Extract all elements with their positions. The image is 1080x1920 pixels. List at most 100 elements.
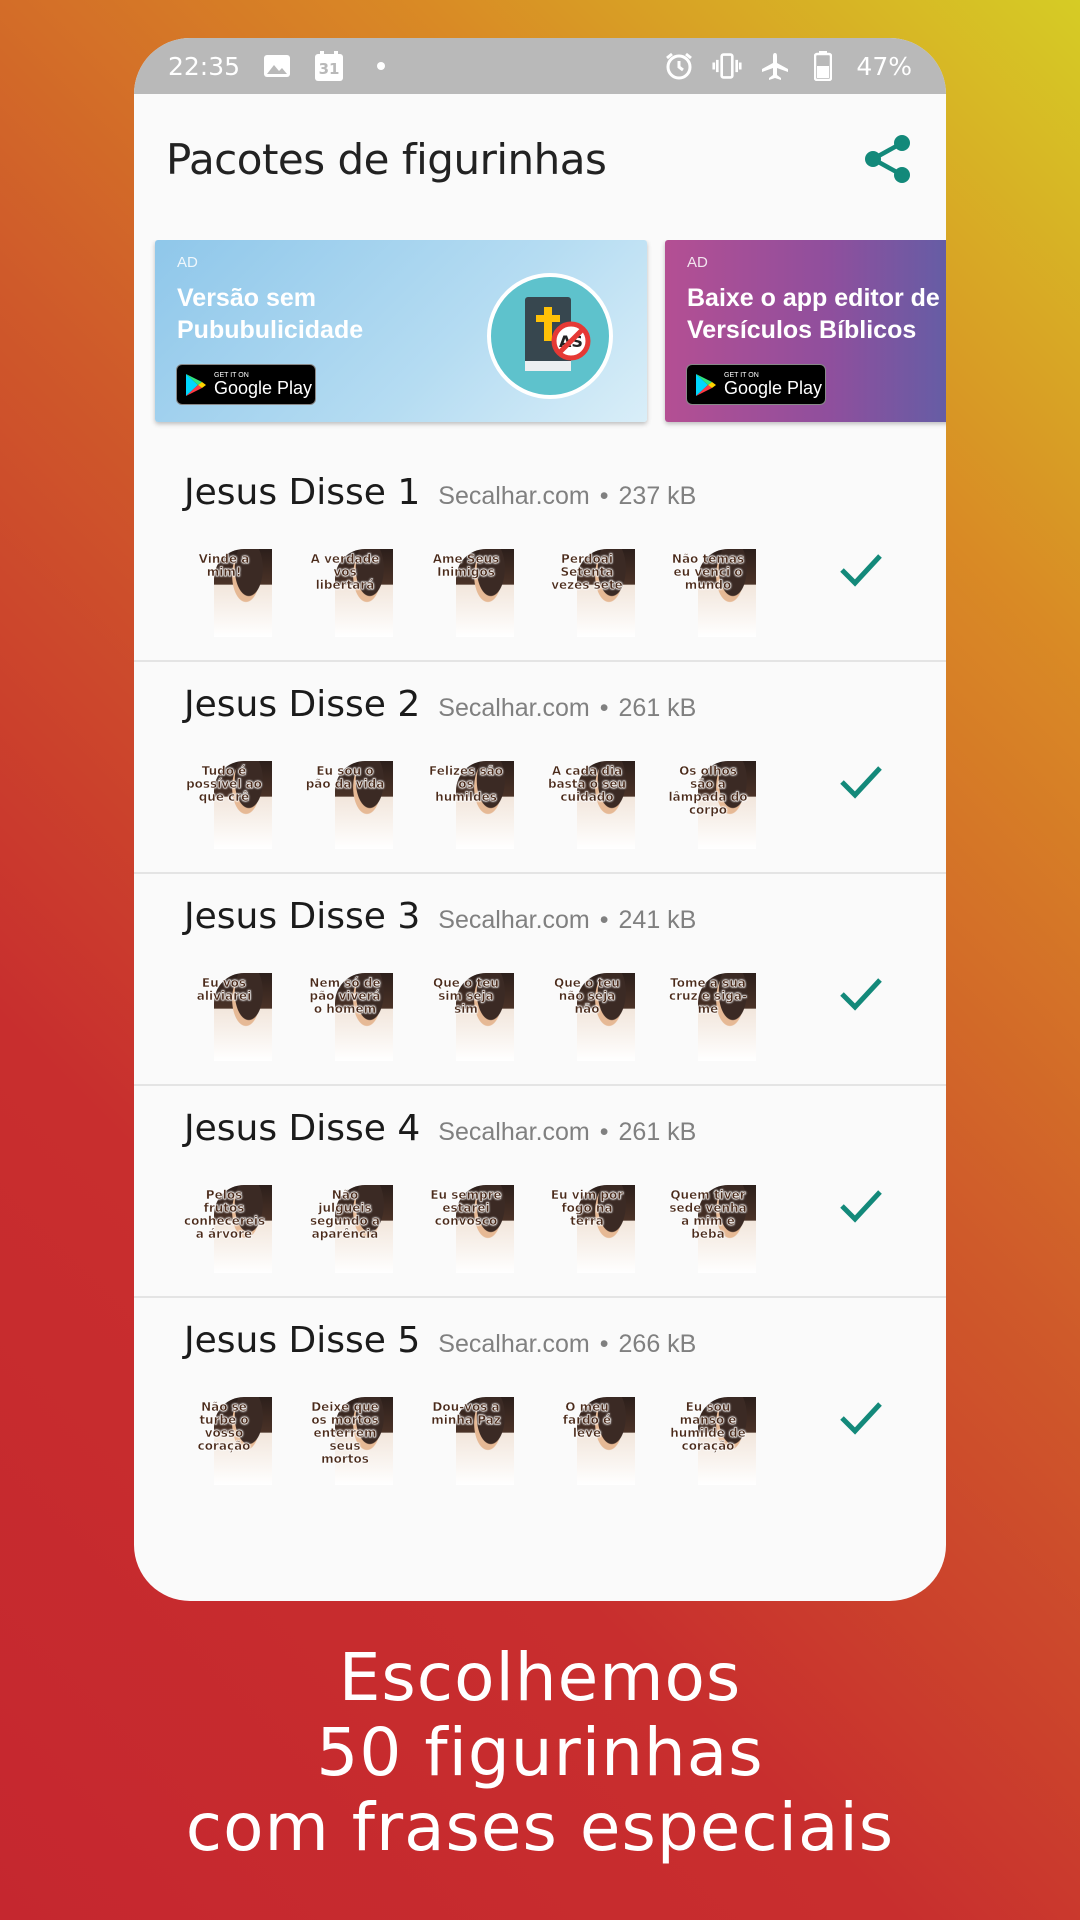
pack-name: Jesus Disse 2 bbox=[184, 684, 421, 725]
pack-meta: Secalhar.com • 261 kB bbox=[438, 1118, 697, 1146]
sticker-thumbnail: Felizes são os humildes bbox=[426, 761, 514, 849]
pack-meta: Secalhar.com • 261 kB bbox=[438, 694, 697, 722]
sticker-phrase: A verdade vos libertará bbox=[310, 552, 380, 592]
sticker-phrase: Não temas eu venci o mundo bbox=[671, 552, 745, 592]
sticker-pack-row[interactable]: Jesus Disse 4 Secalhar.com • 261 kB Pelos … bbox=[134, 1086, 946, 1298]
added-check-icon[interactable] bbox=[838, 1394, 884, 1440]
battery-level: 47% bbox=[856, 51, 912, 81]
share-button[interactable] bbox=[862, 133, 914, 185]
sticker-pack-row[interactable]: Jesus Disse 1 Secalhar.com • 237 kB Vinde … bbox=[134, 450, 946, 662]
sticker-thumbnail: Os olhos são a lâmpada do corpo bbox=[668, 761, 756, 849]
image-icon bbox=[262, 51, 292, 81]
google-play-badge[interactable]: GET IT ON Google Play bbox=[686, 364, 826, 405]
sticker-phrase: Dou-vos a minha Paz bbox=[431, 1400, 501, 1427]
caption-line: 50 figurinhas bbox=[316, 1714, 764, 1791]
sticker-phrase: Deixe que os mortos enterrem seus mortos bbox=[311, 1400, 379, 1466]
pack-meta: Secalhar.com • 266 kB bbox=[438, 1330, 697, 1358]
added-check-icon[interactable] bbox=[838, 1182, 884, 1228]
pack-publisher: Secalhar.com bbox=[438, 694, 590, 722]
ad-card-no-ads-version[interactable]: AD Versão sem Pububulicidade GET IT ON G… bbox=[155, 240, 647, 422]
alarm-icon bbox=[664, 51, 694, 81]
ad-title: Versão sem Pububulicidade bbox=[177, 284, 364, 344]
sticker-phrase: Eu sou o pão da vida bbox=[305, 764, 385, 791]
pack-name: Jesus Disse 3 bbox=[184, 896, 421, 937]
sticker-phrase: Eu vos aliviarei bbox=[196, 976, 252, 1003]
play-store-icon bbox=[696, 373, 716, 396]
added-check-icon[interactable] bbox=[838, 970, 884, 1016]
sticker-phrase: Não julgueis segundo a aparência bbox=[309, 1188, 381, 1241]
pack-size: 261 kB bbox=[618, 1118, 697, 1146]
sticker-thumbnail: A verdade vos libertará bbox=[305, 549, 393, 637]
pack-meta: Secalhar.com • 241 kB bbox=[438, 906, 697, 934]
added-check-icon[interactable] bbox=[838, 546, 884, 592]
sticker-thumbnail: Não se turbe o vosso coração bbox=[184, 1397, 272, 1485]
calendar-day: 31 bbox=[318, 60, 340, 78]
sticker-thumbnail: Que o teu sim seja sim bbox=[426, 973, 514, 1061]
pack-size: 266 kB bbox=[618, 1330, 697, 1358]
page-title: Pacotes de figurinhas bbox=[166, 134, 607, 184]
sticker-thumbnail: A cada dia basta o seu cuidado bbox=[547, 761, 635, 849]
sticker-phrase: Os olhos são a lâmpada do corpo bbox=[668, 764, 748, 817]
sticker-phrase: Que o teu não seja não bbox=[554, 976, 620, 1016]
sticker-phrase: Eu sempre estarei convosco bbox=[430, 1188, 502, 1228]
ad-label: AD bbox=[687, 254, 708, 271]
pack-publisher: Secalhar.com bbox=[438, 1330, 590, 1358]
sticker-pack-row[interactable]: Jesus Disse 3 Secalhar.com • 241 kB Eu vos… bbox=[134, 874, 946, 1086]
sticker-phrase: Eu sou manso e humilde de coração bbox=[670, 1400, 746, 1453]
google-play-badge[interactable]: GET IT ON Google Play bbox=[176, 364, 316, 405]
pack-publisher: Secalhar.com bbox=[438, 1118, 590, 1146]
pack-size: 241 kB bbox=[618, 906, 697, 934]
pack-publisher: Secalhar.com bbox=[438, 906, 590, 934]
sticker-phrase: Que o teu sim seja sim bbox=[433, 976, 499, 1016]
sticker-thumbnail: Tudo é possível ao que crê bbox=[184, 761, 272, 849]
sticker-thumbnail: Eu sou o pão da vida bbox=[305, 761, 393, 849]
pack-meta: Secalhar.com • 237 kB bbox=[438, 482, 697, 510]
sticker-thumbnail: Eu vim por fogo na terra bbox=[547, 1185, 635, 1273]
sticker-phrase: Eu vim por fogo na terra bbox=[550, 1188, 624, 1228]
sticker-thumbnail: Eu sou manso e humilde de coração bbox=[668, 1397, 756, 1485]
sticker-thumbnail: Tome a sua cruz e siga-me bbox=[668, 973, 756, 1061]
sticker-phrase: Pelos frutos conhecereis a árvore bbox=[184, 1188, 266, 1241]
battery-icon bbox=[808, 51, 838, 81]
vibrate-icon bbox=[712, 51, 742, 81]
ad-card-verse-editor[interactable]: AD Baixe o app editor de Versículos Bíbl… bbox=[665, 240, 946, 422]
sticker-phrase: Nem só de pão viverá o homem bbox=[309, 976, 381, 1016]
sticker-pack-row[interactable]: Jesus Disse 2 Secalhar.com • 261 kB Tudo é… bbox=[134, 662, 946, 874]
sticker-phrase: Perdoai Setenta vezes sete bbox=[551, 552, 623, 592]
sticker-thumbnail: Eu sempre estarei convosco bbox=[426, 1185, 514, 1273]
sticker-phrase: O meu fardo é leve bbox=[562, 1400, 612, 1440]
pack-name: Jesus Disse 5 bbox=[184, 1320, 421, 1361]
sticker-thumbnail: Deixe que os mortos enterrem seus mortos bbox=[305, 1397, 393, 1485]
sticker-phrase: Tudo é possível ao que crê bbox=[186, 764, 262, 804]
sticker-pack-row[interactable]: Jesus Disse 5 Secalhar.com • 266 kB Não se… bbox=[134, 1298, 946, 1508]
bible-no-ads-icon: AS bbox=[487, 273, 613, 399]
pack-publisher: Secalhar.com bbox=[438, 482, 590, 510]
sticker-thumbnail: Não julgueis segundo a aparência bbox=[305, 1185, 393, 1273]
pack-name: Jesus Disse 1 bbox=[184, 472, 421, 513]
sticker-thumbnail: Quem tiver sede venha a mim e beba bbox=[668, 1185, 756, 1273]
pack-size: 237 kB bbox=[618, 482, 697, 510]
sticker-thumbnail: Não temas eu venci o mundo bbox=[668, 549, 756, 637]
sticker-thumbnail: Perdoai Setenta vezes sete bbox=[547, 549, 635, 637]
sticker-thumbnail: Nem só de pão viverá o homem bbox=[305, 973, 393, 1061]
sticker-thumbnail: Pelos frutos conhecereis a árvore bbox=[184, 1185, 272, 1273]
ad-title: Baixe o app editor de Versículos Bíblico… bbox=[687, 284, 940, 344]
sticker-thumbnail: Que o teu não seja não bbox=[547, 973, 635, 1061]
calendar-icon: 31 bbox=[314, 51, 344, 81]
status-bar: 22:35 31 47% bbox=[134, 38, 946, 94]
store-big-label: Google Play bbox=[214, 378, 313, 398]
sticker-phrase: Quem tiver sede venha a mim e beba bbox=[669, 1188, 747, 1241]
sticker-thumbnail: Dou-vos a minha Paz bbox=[426, 1397, 514, 1485]
ad-carousel[interactable]: AD Versão sem Pububulicidade GET IT ON G… bbox=[134, 240, 946, 440]
sticker-phrase: Não se turbe o vosso coração bbox=[197, 1400, 251, 1453]
airplane-icon bbox=[760, 51, 790, 81]
sticker-phrase: Felizes são os humildes bbox=[428, 764, 503, 804]
sticker-thumbnail: Vinde a mim! bbox=[184, 549, 272, 637]
sticker-pack-list: Jesus Disse 1 Secalhar.com • 237 kB Vinde … bbox=[134, 450, 946, 1508]
sticker-phrase: A cada dia basta o seu cuidado bbox=[547, 764, 627, 804]
app-bar: Pacotes de figurinhas bbox=[134, 94, 946, 224]
added-check-icon[interactable] bbox=[838, 758, 884, 804]
pack-name: Jesus Disse 4 bbox=[184, 1108, 421, 1149]
dot-icon bbox=[366, 51, 396, 81]
pack-size: 261 kB bbox=[618, 694, 697, 722]
